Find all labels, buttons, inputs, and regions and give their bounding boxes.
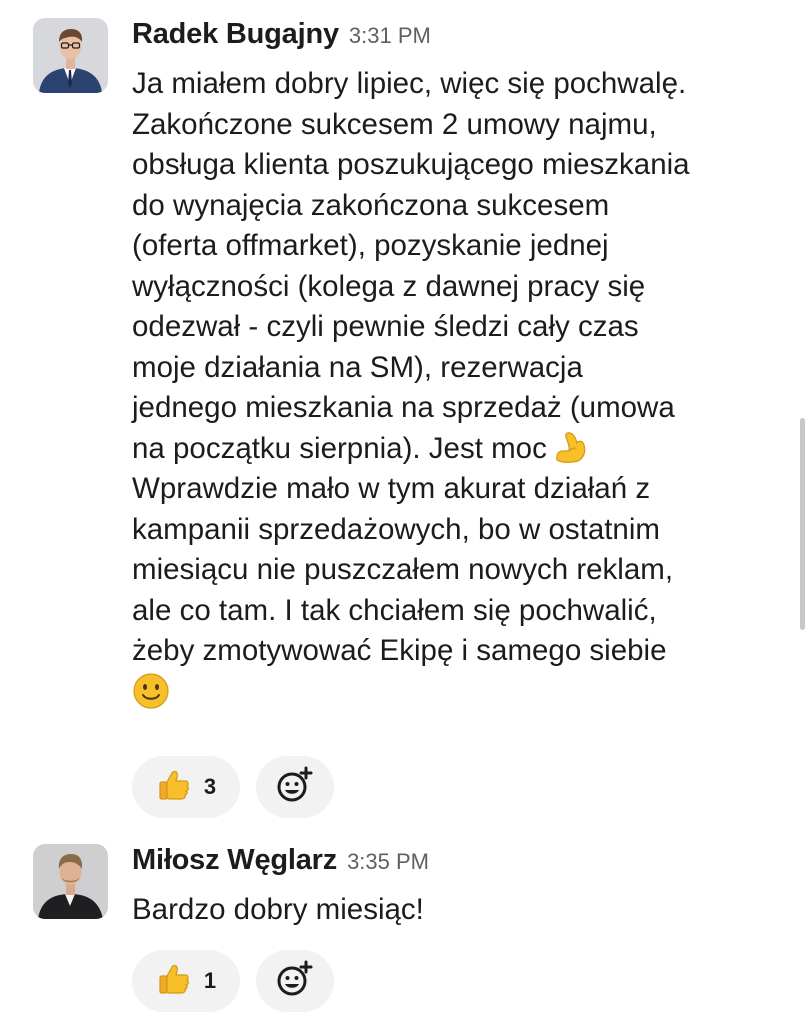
reaction-thumbs-up[interactable]: 1 (132, 950, 240, 1012)
timestamp[interactable]: 3:31 PM (349, 23, 431, 49)
author-name[interactable]: Radek Bugajny (132, 18, 339, 51)
message-header: Miłosz Węglarz 3:35 PM (132, 844, 802, 890)
add-reaction-icon (275, 765, 315, 810)
slightly-smiling-face-emoji (132, 672, 170, 722)
message-line: miesiącu nie puszczałem nowych reklam, (132, 553, 674, 586)
avatar[interactable] (33, 844, 108, 919)
message-line: żeby zmotywować Ekipę i samego siebie (132, 634, 667, 667)
message-text: Bardzo dobry miesiąc! (132, 890, 802, 931)
message-line: obsługa klienta poszukującego mieszkania (132, 148, 690, 181)
add-reaction-icon (275, 959, 315, 1004)
message-line-with-emoji: na początku sierpnia). Jest moc (132, 429, 802, 470)
message-body: Radek Bugajny 3:31 PM Ja miałem dobry li… (132, 18, 802, 712)
message-line: Bardzo dobry miesiąc! (132, 893, 424, 926)
message-header: Radek Bugajny 3:31 PM (132, 18, 802, 64)
reaction-count: 3 (203, 774, 217, 799)
reaction-bar: 1 (132, 950, 334, 1012)
message-line: Wprawdzie mało w tym akurat działań z (132, 472, 651, 505)
message-text: Ja miałem dobry lipiec, więc się pochwal… (132, 64, 802, 712)
avatar-image (33, 18, 108, 93)
add-reaction-button[interactable] (256, 756, 334, 818)
message-line: jednego mieszkania na sprzedaż (umowa (132, 391, 675, 424)
thumbs-up-icon (156, 961, 192, 1002)
thumbs-up-icon (156, 767, 192, 808)
reaction-bar: 3 (132, 756, 334, 818)
message-line: moje działania na SM), rezerwacja (132, 350, 583, 384)
reaction-count: 1 (203, 968, 217, 993)
message-line: do wynajęcia zakończona sukcesem (132, 188, 610, 222)
message-line: ale co tam. I tak chciałem się pochwalić… (132, 593, 657, 627)
timestamp[interactable]: 3:35 PM (347, 849, 429, 875)
message-feed: Radek Bugajny 3:31 PM Ja miałem dobry li… (0, 0, 812, 1024)
message-body: Miłosz Węglarz 3:35 PM Bardzo dobry mies… (132, 844, 802, 931)
avatar-image (33, 844, 108, 919)
message-line-emoji-only (132, 672, 802, 713)
message-line: odezwał - czyli pewnie śledzi cały czas (132, 310, 639, 343)
message-line: Zakończone sukcesem 2 umowy najmu, (132, 107, 657, 141)
message-line-text: na początku sierpnia). Jest moc (132, 431, 547, 465)
message-line: kampanii sprzedażowych, bo w ostatnim (132, 512, 660, 546)
scrollbar[interactable] (800, 418, 805, 630)
reaction-thumbs-up[interactable]: 3 (132, 756, 240, 818)
add-reaction-button[interactable] (256, 950, 334, 1012)
message-line: Ja miałem dobry lipiec, więc się pochwal… (132, 67, 687, 100)
message-line: wyłączności (kolega z dawnej pracy się (132, 269, 646, 303)
message-line: (oferta offmarket), pozyskanie jednej (132, 229, 609, 262)
avatar[interactable] (33, 18, 108, 93)
author-name[interactable]: Miłosz Węglarz (132, 844, 337, 877)
